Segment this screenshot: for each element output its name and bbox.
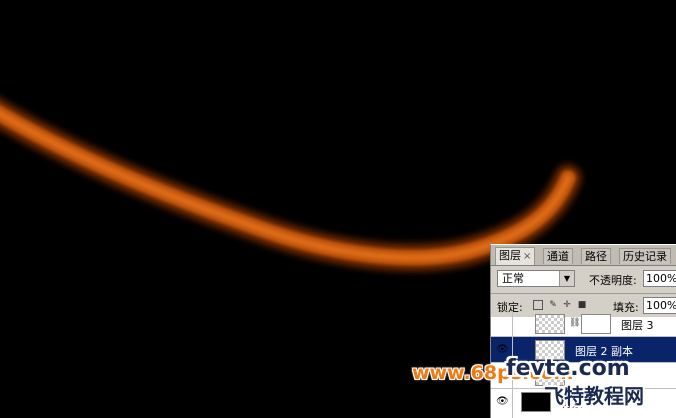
tab-channels[interactable]: 通道 bbox=[543, 248, 573, 264]
eye-icon: 👁 bbox=[496, 344, 509, 355]
watermark-fevte-cn: 飞特教程网 bbox=[544, 384, 644, 408]
lock-all-icon[interactable]: ■ bbox=[577, 300, 587, 310]
watermark-fevte: fevte.com bbox=[506, 356, 630, 381]
chevron-down-icon[interactable]: ▼ bbox=[559, 271, 574, 286]
divider bbox=[491, 293, 676, 294]
tab-paths[interactable]: 路径 bbox=[581, 248, 611, 264]
opacity-field[interactable]: 100% bbox=[643, 270, 676, 287]
layer-thumbnail bbox=[535, 314, 565, 334]
blend-mode-value: 正常 bbox=[502, 272, 524, 285]
link-icon[interactable]: ⛓ bbox=[569, 318, 580, 328]
panel-tabs: 图层 × 通道 路径 历史记录 bbox=[491, 245, 676, 266]
visibility-toggle[interactable]: 👁 bbox=[491, 389, 513, 418]
lock-transparent-icon[interactable] bbox=[533, 300, 543, 310]
close-icon[interactable]: × bbox=[523, 251, 531, 262]
layer-row[interactable]: ⛓ 图层 3 bbox=[491, 311, 676, 337]
orange-light-stroke bbox=[0, 98, 581, 271]
layer-mask-thumbnail[interactable] bbox=[581, 314, 611, 334]
visibility-toggle[interactable] bbox=[491, 311, 513, 336]
eye-icon: 👁 bbox=[496, 396, 509, 407]
tab-history[interactable]: 历史记录 bbox=[619, 248, 671, 264]
layer-name: 图层 3 bbox=[621, 319, 654, 332]
lock-position-icon[interactable]: ✛ bbox=[562, 300, 572, 310]
opacity-label: 不透明度: bbox=[589, 274, 637, 287]
blend-mode-select[interactable]: 正常 ▼ bbox=[497, 270, 575, 287]
lock-pixels-icon[interactable]: ✎ bbox=[548, 300, 558, 310]
tab-layers[interactable]: 图层 × bbox=[495, 247, 536, 265]
blend-opacity-row: 正常 ▼ 不透明度: 100% bbox=[491, 267, 676, 291]
